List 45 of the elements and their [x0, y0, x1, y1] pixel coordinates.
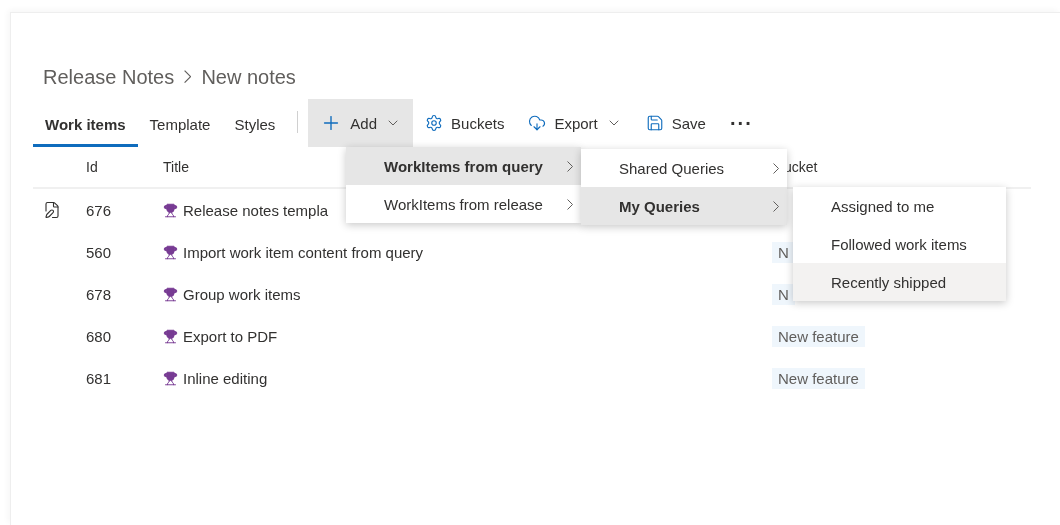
table-cell: Inline editing — [183, 369, 268, 387]
menu-item[interactable]: WorkItems from query — [346, 147, 581, 185]
chevron-right-icon — [567, 160, 573, 172]
table-cell-text: 680 — [86, 327, 113, 345]
menu-item[interactable]: Recently shipped — [793, 263, 1006, 301]
chevron-right-icon — [567, 198, 573, 210]
menu-item[interactable]: WorkItems from release — [346, 185, 581, 223]
settings-icon — [425, 114, 444, 132]
tab[interactable]: Template — [137, 99, 223, 147]
bucket-tag: New feature — [772, 367, 865, 389]
menu-item[interactable]: Shared Queries — [581, 149, 787, 187]
bucket-tag: N — [772, 283, 795, 305]
menu-item[interactable]: Assigned to me — [793, 187, 1006, 225]
save-icon — [645, 114, 664, 132]
trophy-icon — [163, 328, 178, 344]
trophy-icon — [163, 244, 178, 260]
export-button[interactable]: Export — [516, 99, 634, 147]
add-button[interactable]: Add — [308, 99, 414, 147]
trophy-icon — [163, 370, 178, 386]
table-cell-text: 681 — [86, 369, 113, 387]
table-cell-text: 678 — [86, 285, 113, 303]
chevron-right-icon — [773, 200, 779, 212]
table-cell: Export to PDF — [183, 327, 278, 345]
table-cell: Import work item content from query — [183, 243, 424, 261]
table-cell-text: 676 — [86, 201, 113, 219]
buckets-button[interactable]: Buckets — [413, 99, 517, 147]
trophy-icon — [163, 202, 178, 218]
chevron-right-icon — [773, 162, 779, 174]
table-cell: Release notes templa — [183, 201, 329, 219]
tab[interactable]: Styles — [222, 99, 288, 147]
bucket-tag: N — [772, 241, 795, 263]
save-button[interactable]: Save — [633, 99, 718, 147]
menu-item[interactable]: My Queries — [581, 187, 787, 225]
chevron-right-icon — [184, 70, 192, 84]
trophy-icon — [163, 286, 178, 302]
table-cell: Group work items — [183, 285, 301, 303]
breadcrumb-item[interactable]: Release Notes — [43, 65, 175, 89]
menu-item[interactable]: Followed work items — [793, 225, 1006, 263]
more-button[interactable]: ··· — [717, 99, 765, 147]
bucket-tag: New feature — [772, 325, 865, 347]
cloud-download-icon — [528, 114, 547, 132]
tab[interactable]: Work items — [33, 99, 138, 147]
column-header[interactable]: Id — [86, 159, 163, 175]
breadcrumb-item: New notes — [201, 65, 296, 89]
table-cell-text: 560 — [86, 243, 113, 261]
